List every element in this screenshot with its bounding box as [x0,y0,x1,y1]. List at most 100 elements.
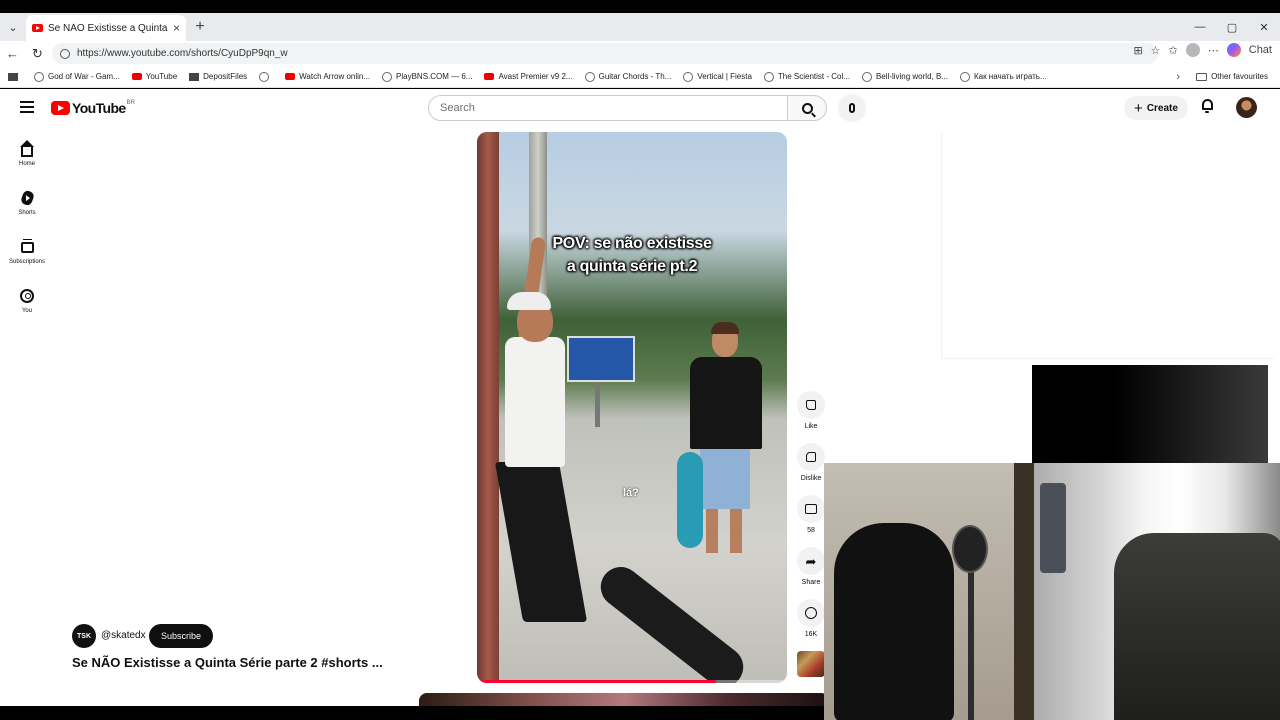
maximize-button[interactable]: ▢ [1216,13,1248,41]
more-menu-icon[interactable]: ⋯ [1208,44,1219,57]
globe-icon [959,71,970,82]
sidebar-item-you[interactable]: You [0,286,54,335]
remix-button[interactable] [797,599,825,627]
tab-close-icon[interactable]: × [173,21,180,35]
address-bar-actions: ⊞ ☆ ✩ ⋯ Chat [1133,43,1272,57]
video-progress-bar[interactable] [477,680,787,683]
globe-icon [34,71,44,82]
webcam-overlay [824,463,1280,720]
profile-icon[interactable] [1185,43,1200,57]
app-available-icon[interactable]: ⊞ [1133,44,1142,57]
bookmark-item[interactable]: Как начать играть... [959,71,1047,82]
shorts-video-player[interactable]: POV: se não existisse a quinta série pt.… [477,132,787,683]
youtube-icon [131,73,142,80]
favorites-icon[interactable]: ✩ [1169,44,1178,57]
bookmark-item[interactable]: DepositFiles [189,72,247,81]
dislike-button[interactable] [797,443,825,471]
bottom-black-strip [0,706,824,720]
folder-icon [1196,72,1208,81]
url-text: https://www.youtube.com/shorts/CyuDpP9qn… [77,48,288,59]
video-progress-fill [477,680,716,683]
home-icon [20,139,34,157]
bookmark-item[interactable]: Bell-living world, B... [861,71,948,82]
bookmark-item[interactable]: Watch Arrow onlin... [285,72,370,81]
subscriptions-icon [20,238,34,253]
bookmark-item[interactable]: PlayBNS.COM — 6... [382,71,472,82]
remix-action[interactable]: 16K [796,599,826,651]
new-tab-button[interactable]: + [186,18,214,36]
like-button[interactable] [797,391,825,419]
refresh-icon[interactable]: ↻ [25,46,50,62]
create-button[interactable]: + Create [1124,96,1188,120]
bookmark-item[interactable]: The Scientist - Col... [763,71,850,82]
youtube-wordmark: YouTube [72,100,126,116]
youtube-logo[interactable]: YouTube BR [51,100,135,116]
microphone-icon [849,103,855,113]
chat-label[interactable]: Chat [1249,44,1272,56]
reading-list-icon[interactable] [8,72,22,81]
bookmark-item[interactable] [259,71,273,82]
thumbs-down-icon [806,452,816,462]
share-action[interactable]: ➦ Share [796,547,826,599]
youtube-play-logo-icon [51,101,70,115]
bookmark-item[interactable]: God of War - Gam... [34,71,120,82]
channel-avatar[interactable]: TSK [72,624,96,648]
dislike-action[interactable]: Dislike [796,443,826,495]
bookmarks-bar: God of War - Gam... YouTube DepositFiles… [0,66,1280,88]
bookmark-item[interactable]: Guitar Chords - Th... [584,71,671,82]
youtube-icon [484,73,495,80]
webcam-fan-stand [968,571,974,720]
account-avatar[interactable] [1236,97,1257,118]
sidebar-item-label: You [21,308,33,314]
sidebar-item-label: Home [18,161,35,167]
hamburger-menu-icon[interactable] [20,101,34,116]
channel-name[interactable]: @skatedx [101,630,146,641]
notifications-bell-icon[interactable] [1200,99,1214,114]
webcam-chair-left [834,523,954,720]
minimize-button[interactable]: — [1184,13,1216,41]
share-icon: ➦ [805,553,817,569]
bookmarks-overflow-chevron-icon[interactable]: › [1176,71,1180,83]
comments-action[interactable]: 58 [796,495,826,547]
close-window-button[interactable]: ✕ [1248,13,1280,41]
search-input[interactable]: Search [428,95,788,121]
comments-button[interactable] [797,495,825,523]
bookmark-item[interactable]: YouTube [131,72,177,81]
address-bar-row: ← ↻ https://www.youtube.com/shorts/CyuDp… [0,41,1280,66]
tab-actions-chevron-icon[interactable]: ⌄ [0,13,26,41]
back-arrow-icon[interactable]: ← [0,46,25,61]
copilot-icon[interactable] [1226,43,1241,57]
subscribe-button[interactable]: Subscribe [149,624,213,648]
favorite-star-icon[interactable]: ☆ [1151,44,1161,57]
dislike-label: Dislike [800,475,822,482]
webcam-shelf [1040,483,1066,573]
remix-count: 16K [804,631,818,638]
video-scene-person-right [690,322,762,585]
globe-icon [382,71,393,82]
active-tab[interactable]: Se NÃO Existisse a Quinta Série pa × [26,15,186,41]
sidebar-item-subscriptions[interactable]: Subscriptions [0,237,54,286]
sound-thumbnail[interactable] [797,651,825,677]
share-button[interactable]: ➦ [797,547,825,575]
bookmark-item[interactable]: Vertical | Fiesta [683,71,752,82]
webcam-chair-right [1114,533,1280,720]
search-button[interactable] [787,95,827,121]
like-action[interactable]: Like [796,391,826,443]
right-dark-panel [1032,365,1268,463]
bookmark-item[interactable]: Avast Premier v9 2... [484,72,573,81]
video-overlay-text: lá? [623,487,639,499]
globe-icon [259,71,270,82]
next-short-preview[interactable] [419,693,829,706]
sidebar-item-shorts[interactable]: Shorts [0,188,54,237]
voice-search-button[interactable] [838,94,866,122]
browser-tab-bar: ⌄ Se NÃO Existisse a Quinta Série pa × +… [0,13,1280,41]
url-field[interactable]: https://www.youtube.com/shorts/CyuDpP9qn… [52,43,1158,64]
sidebar-item-home[interactable]: Home [0,139,54,188]
create-label: Create [1146,102,1178,114]
site-info-icon[interactable] [60,48,70,59]
youtube-favicon-icon [32,24,43,32]
video-caption-line2: a quinta série pt.2 [566,258,698,275]
globe-icon [683,71,694,82]
video-title[interactable]: Se NÃO Existisse a Quinta Série parte 2 … [72,655,383,670]
other-favourites[interactable]: Other favourites [1196,72,1268,81]
